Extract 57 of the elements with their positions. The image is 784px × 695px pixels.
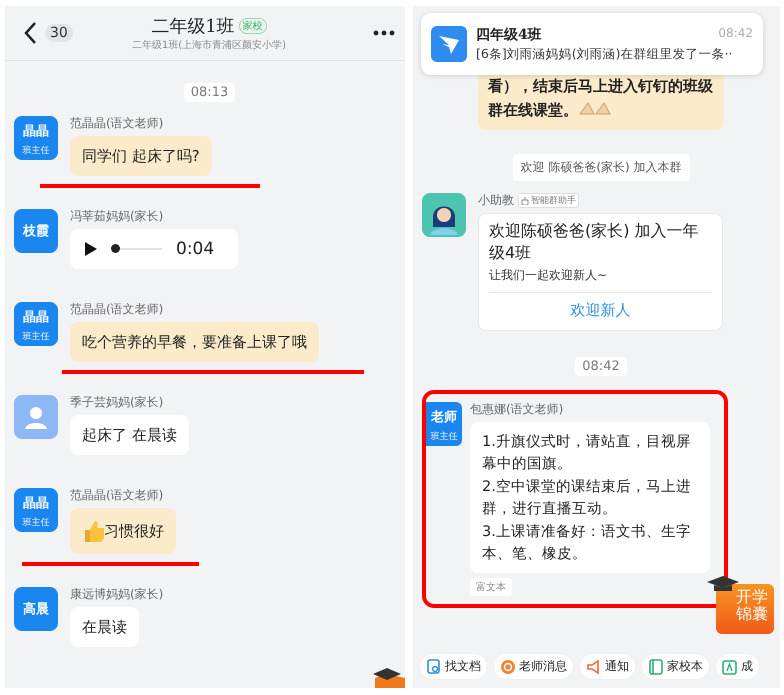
promo-badge[interactable]: 开学锦囊 <box>716 584 774 634</box>
toolbar-chip[interactable]: 找文档 <box>419 653 488 680</box>
notification-time: 08:42 <box>718 26 753 42</box>
chat-title: 二年级1班 <box>151 15 235 38</box>
group-tag: 家校 <box>238 18 267 34</box>
message-bubble: 吃个营养的早餐，要准备上课了哦 <box>70 322 319 362</box>
message-bubble: 习惯很好 <box>70 508 176 554</box>
system-notice: 欢迎 陈硕爸爸(家长) 加入本群 <box>512 154 690 181</box>
avatar[interactable]: 晶晶 班主任 <box>14 116 58 160</box>
robot-icon <box>521 196 529 204</box>
notification-text: [6条]刘雨涵妈妈(刘雨涵)在群组里发了一条·· <box>476 46 734 62</box>
toolbar-chip[interactable]: 家校本 <box>641 653 710 680</box>
voice-message[interactable]: 0:04 <box>70 229 238 269</box>
avatar[interactable] <box>422 193 466 237</box>
message-bubble: 1.升旗仪式时，请站直，目视屏幕中的国旗。 2.空中课堂的课结束后，马上进群，进行直播互动。 3.上课请准备好：语文书、生字本、笔、橡皮。 <box>470 422 710 573</box>
notebook-icon <box>648 658 664 674</box>
badge-icon <box>371 666 405 688</box>
toolbar-chip[interactable]: 成 <box>715 653 760 680</box>
toolbar-chip[interactable]: 通知 <box>579 653 636 680</box>
play-icon <box>84 241 98 257</box>
avatar[interactable]: 枝霞 <box>14 209 58 253</box>
app-icon <box>431 26 467 62</box>
notification-title: 四年级4班 <box>476 26 542 44</box>
more-icon[interactable] <box>373 30 395 36</box>
bot-tag: 智能群助手 <box>518 193 579 208</box>
sender-name: 康远博妈妈(家长) <box>70 587 164 602</box>
sender-name: 范晶晶(语文老师) <box>70 488 164 503</box>
unread-count: 30 <box>45 24 73 42</box>
message-bubble: 在晨读 <box>70 607 139 647</box>
notification-banner[interactable]: 四年级4班 08:42 [6条]刘雨涵妈妈(刘雨涵)在群组里发了一条·· <box>421 13 763 75</box>
sender-name: 季子芸妈妈(家长) <box>70 395 164 410</box>
timestamp: 08:13 <box>184 83 236 102</box>
message-bubble: 同学们 起床了吗? <box>70 136 212 176</box>
message-type-label: 富文本 <box>470 578 512 596</box>
timestamp: 08:42 <box>575 356 627 376</box>
message-bubble: 看），结束后马上进入钉钉的班级群在线课堂。 <box>478 74 724 130</box>
toolbar-chip[interactable]: 老师消息 <box>493 653 574 680</box>
sender-name: 冯莘茹妈妈(家长) <box>70 209 164 224</box>
welcome-button[interactable]: 欢迎新人 <box>489 292 712 330</box>
avatar[interactable]: 晶晶 班主任 <box>14 488 58 532</box>
voice-duration: 0:04 <box>176 239 214 259</box>
chat-subtitle: 二年级1班(上海市青浦区颜安小学) <box>132 38 286 52</box>
document-search-icon <box>426 658 442 674</box>
sender-name: 包惠娜(语文老师) <box>470 402 564 417</box>
message-bubble: 起床了 在晨读 <box>70 415 189 455</box>
sender-name: 小助教 <box>478 193 514 208</box>
thumbs-up-icon <box>82 518 104 544</box>
sender-name: 范晶晶(语文老师) <box>70 116 164 131</box>
avatar[interactable]: 晶晶 班主任 <box>14 302 58 346</box>
card-subtitle: 让我们一起欢迎新人~ <box>488 266 608 284</box>
avatar[interactable]: 老师 班主任 <box>426 402 462 446</box>
avatar[interactable]: 高晨 <box>14 587 58 631</box>
person-icon <box>23 404 49 430</box>
sender-name: 范晶晶(语文老师) <box>70 302 164 317</box>
back-icon[interactable] <box>23 21 37 45</box>
card-title: 欢迎陈硕爸爸(家长) 加入一年级4班 <box>488 220 700 264</box>
megaphone-icon <box>586 658 602 674</box>
